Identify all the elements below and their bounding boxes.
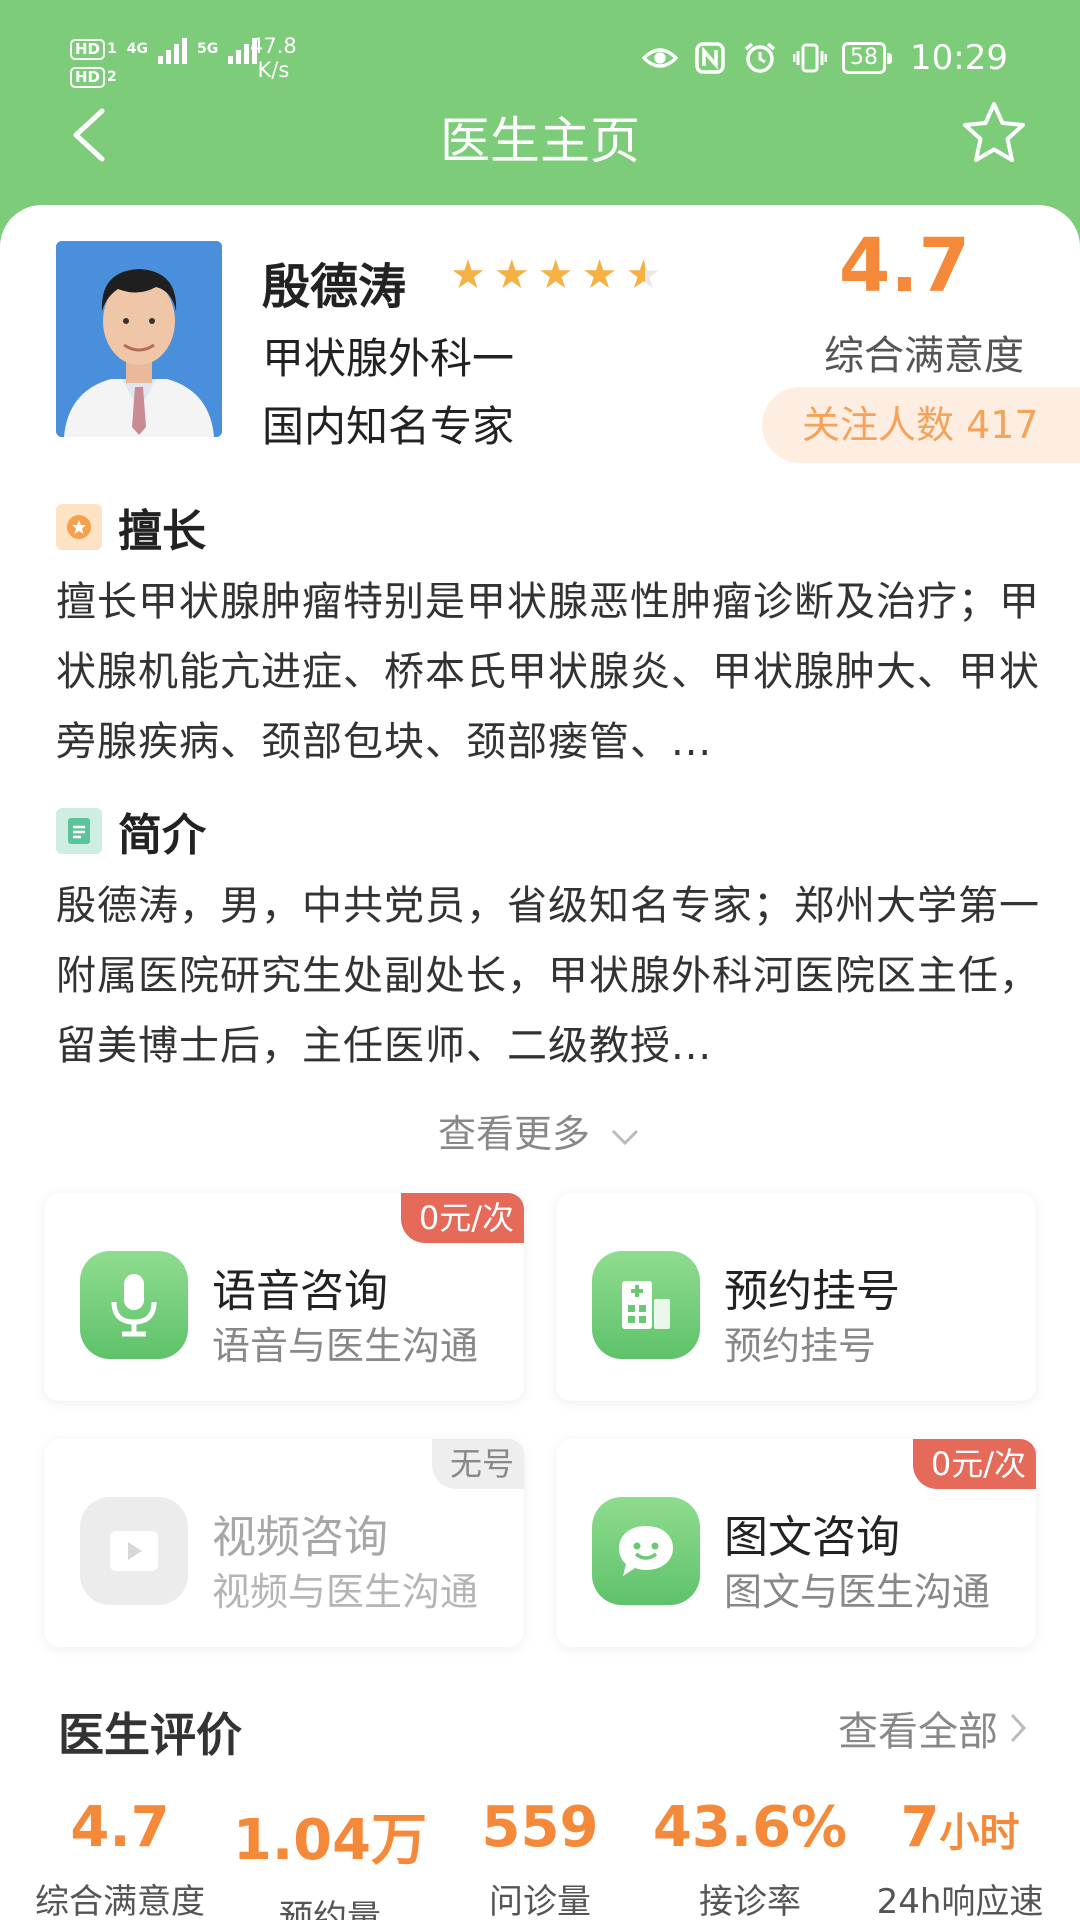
doctor-department: 甲状腺外科一 bbox=[262, 334, 515, 383]
satisfaction-score: 4.7 bbox=[838, 223, 970, 309]
video-consult-tile[interactable]: 视频咨询 视频与医生沟通 无号 bbox=[44, 1439, 524, 1647]
speed-unit: K/s bbox=[257, 58, 290, 82]
star-full-icon: ★ bbox=[493, 252, 530, 298]
voice-consult-tile[interactable]: 语音咨询 语音与医生沟通 0元/次 bbox=[44, 1193, 524, 1401]
specialty-header: 擅长 bbox=[56, 495, 206, 559]
satisfaction-label: 综合满意度 bbox=[824, 333, 1024, 379]
stat-value: 559 bbox=[481, 1795, 599, 1860]
stat-consultations: 559 问诊量 bbox=[440, 1795, 640, 1920]
doctor-name: 殷德涛 bbox=[262, 259, 407, 315]
signal-group: HD 1 4G 5G HD 2 bbox=[70, 34, 258, 88]
stat-label: 24h响应速 bbox=[876, 1882, 1044, 1920]
followers-badge: 关注人数 417 bbox=[762, 387, 1080, 463]
clock: 10:29 bbox=[910, 38, 1008, 78]
view-all-reviews-link[interactable]: 查看全部 bbox=[838, 1699, 1028, 1757]
favorite-button[interactable] bbox=[960, 99, 1028, 167]
stat-label: 预约量 bbox=[279, 1898, 381, 1920]
eye-icon bbox=[642, 40, 679, 76]
hd-badge-1: HD bbox=[70, 38, 106, 60]
doctor-avatar bbox=[56, 241, 222, 437]
nav-bar: 医生主页 bbox=[0, 95, 1080, 175]
status-icons: 58 10:29 bbox=[642, 38, 1008, 78]
price-tag: 0元/次 bbox=[400, 1193, 524, 1243]
service-subtitle: 图文与医生沟通 bbox=[724, 1570, 991, 1614]
availability-tag: 无号 bbox=[431, 1439, 524, 1489]
rating-stars: ★ ★ ★ ★ ★ bbox=[450, 253, 661, 297]
stat-unit: 小时 bbox=[939, 1810, 1020, 1856]
stat-value: 1.04万 bbox=[232, 1808, 428, 1873]
intro-text: 殷德涛，男，中共党员，省级知名专家；郑州大学第一附属医院研究生处副处长，甲状腺外… bbox=[56, 883, 1040, 1069]
chevron-down-icon bbox=[611, 1129, 639, 1145]
alarm-icon bbox=[742, 40, 778, 76]
network-speed: 47.8 K/s bbox=[250, 34, 297, 82]
hd-badge-2: HD bbox=[70, 66, 106, 88]
stat-label: 接诊率 bbox=[699, 1882, 801, 1920]
text-consult-tile[interactable]: 图文咨询 图文与医生沟通 0元/次 bbox=[556, 1439, 1036, 1647]
specialty-heading: 擅长 bbox=[118, 506, 206, 557]
service-name: 视频咨询 bbox=[212, 1512, 388, 1563]
stat-value: 43.6% bbox=[652, 1795, 848, 1860]
star-half-icon: ★ bbox=[625, 252, 662, 298]
view-more-label: 查看更多 bbox=[437, 1112, 590, 1156]
specialty-text: 擅长甲状腺肿瘤特别是甲状腺恶性肿瘤诊断及治疗；甲状腺机能亢进症、桥本氏甲状腺炎、… bbox=[56, 579, 1040, 765]
intro-header: 简介 bbox=[56, 799, 206, 863]
network-type-2: 5G bbox=[197, 41, 219, 57]
nfc-icon bbox=[692, 40, 728, 76]
header: HD 1 4G 5G HD 2 47.8 K/s 58 10:29 医生主页 bbox=[0, 0, 1080, 205]
battery-icon: 58 bbox=[842, 42, 893, 74]
video-play-icon bbox=[80, 1497, 188, 1605]
signal-bars-1-icon bbox=[158, 34, 187, 64]
chevron-right-icon bbox=[1010, 1713, 1027, 1743]
sim-1-label: 1 bbox=[107, 41, 117, 57]
intro-heading: 简介 bbox=[118, 810, 206, 861]
sim-2-label: 2 bbox=[107, 69, 117, 85]
service-name: 图文咨询 bbox=[724, 1512, 900, 1563]
doctor-title: 国内知名专家 bbox=[262, 402, 515, 451]
hospital-icon bbox=[592, 1251, 700, 1359]
stat-value: 4.7 bbox=[70, 1795, 170, 1860]
service-subtitle: 预约挂号 bbox=[724, 1324, 877, 1368]
view-more-link[interactable]: 查看更多 bbox=[0, 1103, 1080, 1158]
stat-response-speed: 7小时 24h响应速 bbox=[860, 1795, 1060, 1920]
service-name: 语音咨询 bbox=[212, 1266, 388, 1317]
content-card: 殷德涛 ★ ★ ★ ★ ★ 甲状腺外科一 国内知名专家 4.7 综合满意度 关注… bbox=[0, 205, 1080, 1920]
document-icon bbox=[56, 808, 102, 854]
stat-appointments: 1.04万 预约量 bbox=[220, 1795, 440, 1920]
stat-acceptance-rate: 43.6% 接诊率 bbox=[640, 1795, 860, 1920]
microphone-icon bbox=[80, 1251, 188, 1359]
chat-smile-icon bbox=[592, 1497, 700, 1605]
service-subtitle: 语音与医生沟通 bbox=[212, 1324, 479, 1368]
page-title: 医生主页 bbox=[440, 112, 640, 170]
stat-label: 问诊量 bbox=[489, 1882, 591, 1920]
service-subtitle: 视频与医生沟通 bbox=[212, 1570, 479, 1614]
star-outline-icon bbox=[963, 102, 1025, 162]
stat-label: 综合满意度 bbox=[35, 1882, 205, 1920]
stat-satisfaction: 4.7 综合满意度 bbox=[20, 1795, 220, 1920]
network-type-1: 4G bbox=[126, 41, 148, 57]
star-full-icon: ★ bbox=[581, 252, 618, 298]
star-full-icon: ★ bbox=[450, 252, 486, 298]
stat-number: 7 bbox=[900, 1795, 940, 1860]
medal-icon bbox=[56, 504, 102, 550]
speed-value: 47.8 bbox=[250, 34, 297, 58]
price-tag: 0元/次 bbox=[912, 1439, 1036, 1489]
evaluation-heading: 医生评价 bbox=[58, 1708, 242, 1762]
service-name: 预约挂号 bbox=[724, 1266, 900, 1317]
view-all-label: 查看全部 bbox=[838, 1709, 998, 1755]
vibrate-icon bbox=[792, 40, 828, 76]
stat-value: 7小时 bbox=[860, 1795, 1060, 1860]
appointment-tile[interactable]: 预约挂号 预约挂号 bbox=[556, 1193, 1036, 1401]
star-full-icon: ★ bbox=[537, 252, 574, 298]
